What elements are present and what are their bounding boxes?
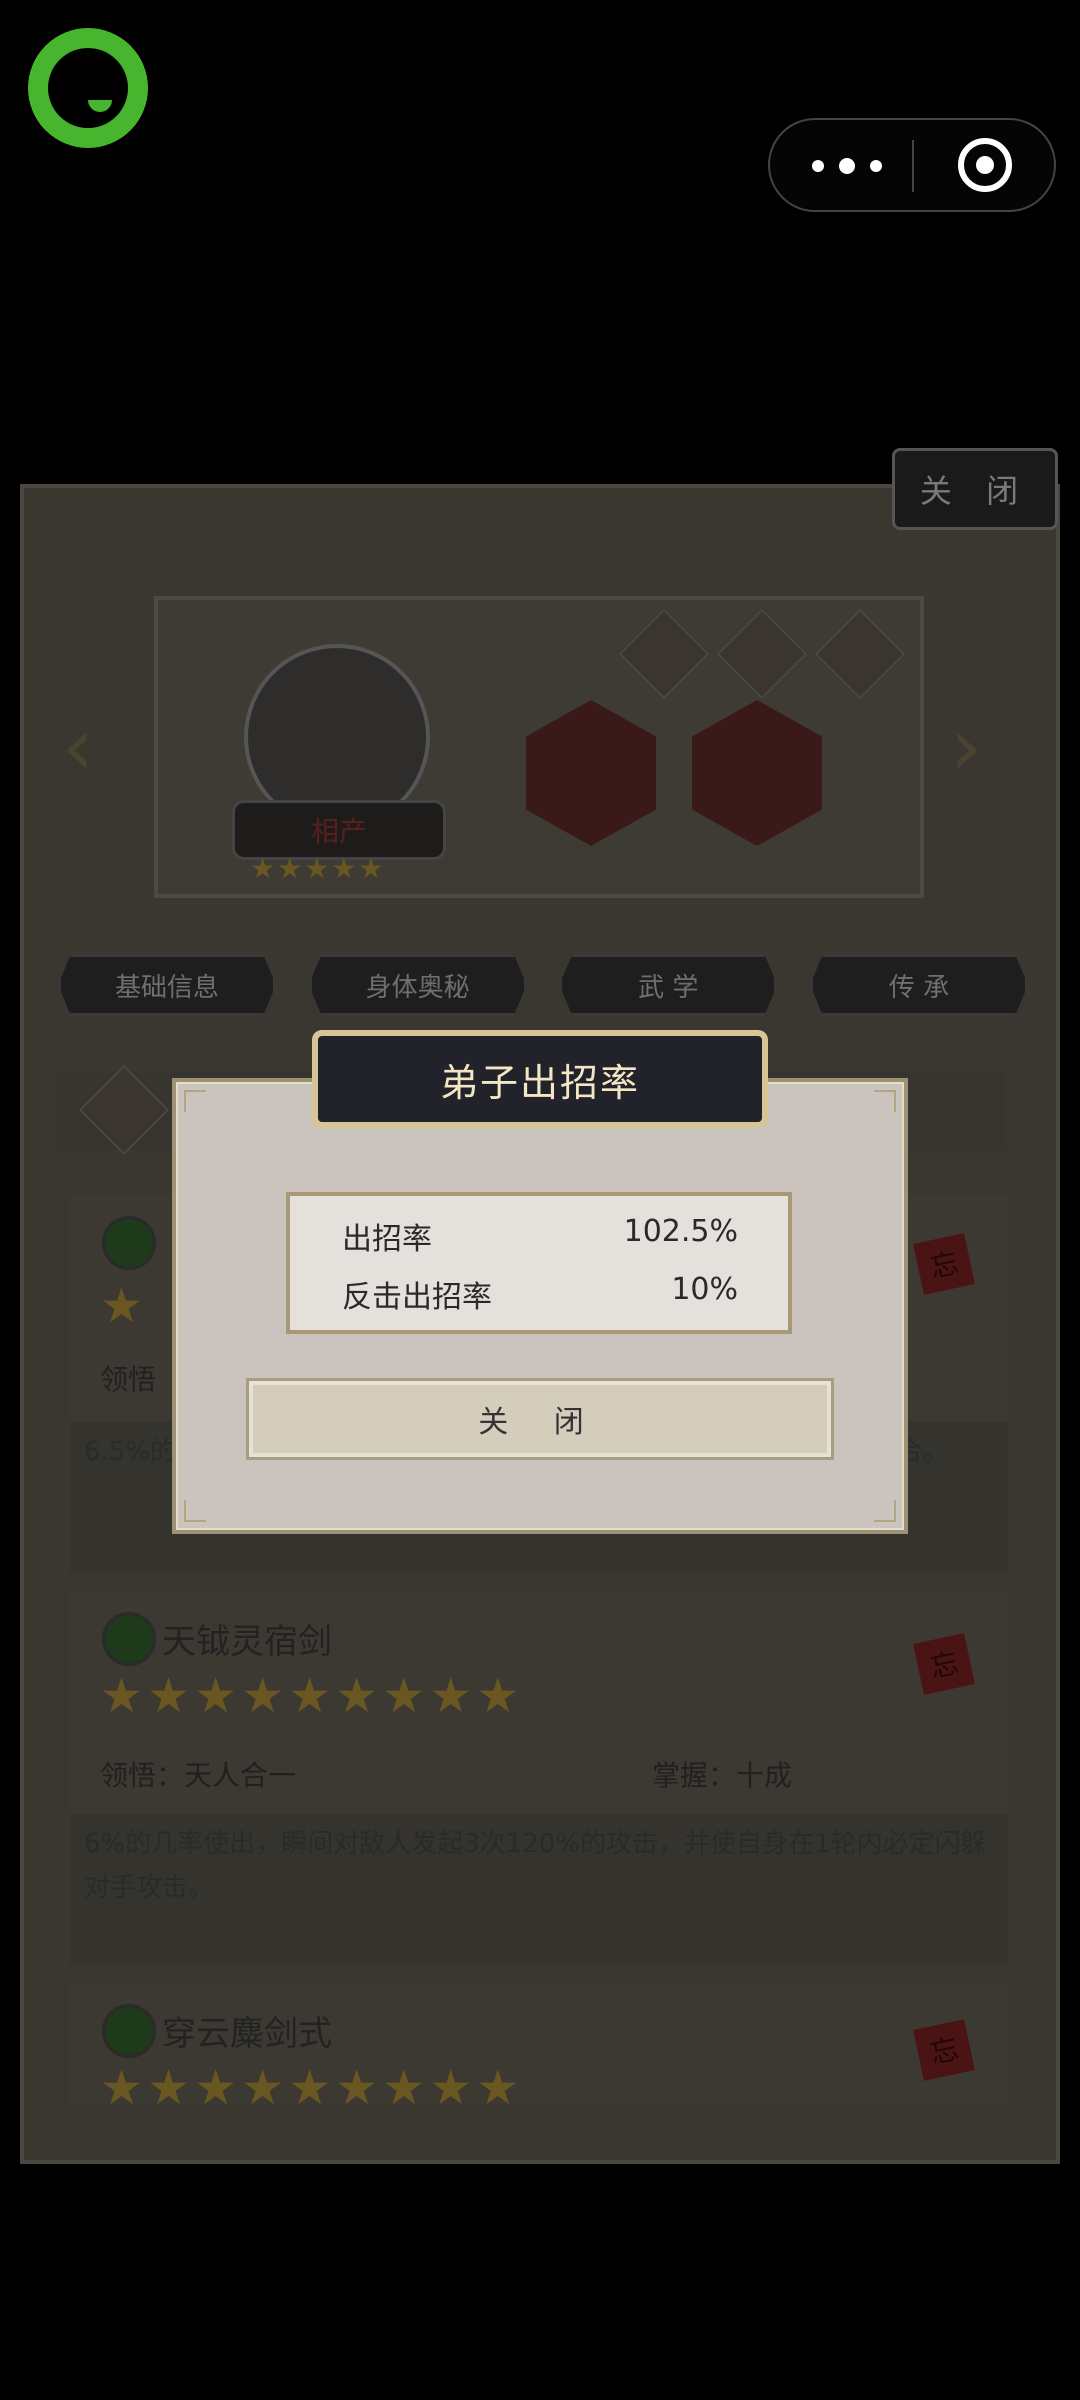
skill-name: 天钺灵宿剑 — [162, 1622, 332, 1662]
skill-icon — [102, 1216, 156, 1270]
tab-body-secrets[interactable]: 身体奥秘 — [308, 954, 527, 1016]
corner-ornament — [874, 1500, 896, 1522]
tab-inheritance[interactable]: 传 承 — [809, 954, 1028, 1016]
skill-stars: ★★★★★★★★★ — [100, 2060, 524, 2104]
app-logo-icon[interactable] — [28, 28, 148, 148]
stat-row: 反击出招率 10% — [342, 1272, 738, 1316]
skill-mastery: 掌握：十成 — [652, 1759, 793, 1792]
mini-program-capsule — [768, 118, 1056, 212]
capsule-divider — [912, 140, 914, 192]
stat-label: 反击出招率 — [342, 1280, 492, 1315]
stat-row: 出招率 102.5% — [342, 1214, 738, 1258]
skill-stars: ★★★★★★★★★ — [100, 1668, 524, 1724]
tab-basic-info[interactable]: 基础信息 — [58, 954, 276, 1016]
skill-icon — [102, 1612, 156, 1666]
forget-seal-icon[interactable]: 忘 — [913, 1633, 975, 1695]
skill-icon — [102, 2004, 156, 2058]
tab-martial-arts[interactable]: 武 学 — [559, 954, 778, 1016]
panel-close-button[interactable]: 关 闭 — [892, 448, 1058, 530]
corner-ornament — [184, 1090, 206, 1112]
target-icon[interactable] — [958, 138, 1012, 192]
stat-value: 10% — [671, 1272, 738, 1307]
skill-card: 穿云麋剑式 ★★★★★★★★★ 忘 — [70, 1984, 1008, 2104]
corner-ornament — [874, 1090, 896, 1112]
hero-stars: ★★★★★ — [250, 852, 386, 885]
forget-seal-icon[interactable]: 忘 — [913, 1233, 975, 1295]
dialog-close-button[interactable]: 关 闭 — [246, 1378, 834, 1460]
skill-comprehension: 领悟：天人合一 — [100, 1759, 297, 1792]
hero-name-plate: 相产 — [232, 800, 446, 860]
skill-description: 6%的几率使出，瞬间对敌人发起3次120%的攻击，并使自身在1轮内必定闪躲对手攻… — [70, 1814, 1008, 1964]
skill-name: 穿云麋剑式 — [162, 2014, 332, 2054]
stat-label: 出招率 — [342, 1222, 432, 1257]
next-arrow-icon[interactable]: › — [950, 700, 982, 793]
logo-inner — [48, 48, 128, 128]
prev-arrow-icon[interactable]: ‹ — [62, 700, 94, 793]
dialog-title-plate: 弟子出招率 — [312, 1030, 768, 1128]
skill-card: 天钺灵宿剑 ★★★★★★★★★ 领悟：天人合一 掌握：十成 忘 6%的几率使出，… — [70, 1592, 1008, 1964]
panel-tabs: 基础信息 身体奥秘 武 学 传 承 — [58, 954, 1028, 1016]
forget-seal-icon[interactable]: 忘 — [913, 2019, 975, 2081]
corner-ornament — [184, 1500, 206, 1522]
skill-comprehension: 领悟 — [100, 1363, 157, 1396]
dialog-title: 弟子出招率 — [439, 1060, 640, 1105]
skill-stars: ★ — [100, 1278, 148, 1334]
more-dots-icon[interactable] — [812, 148, 882, 184]
stat-value: 102.5% — [623, 1214, 738, 1249]
